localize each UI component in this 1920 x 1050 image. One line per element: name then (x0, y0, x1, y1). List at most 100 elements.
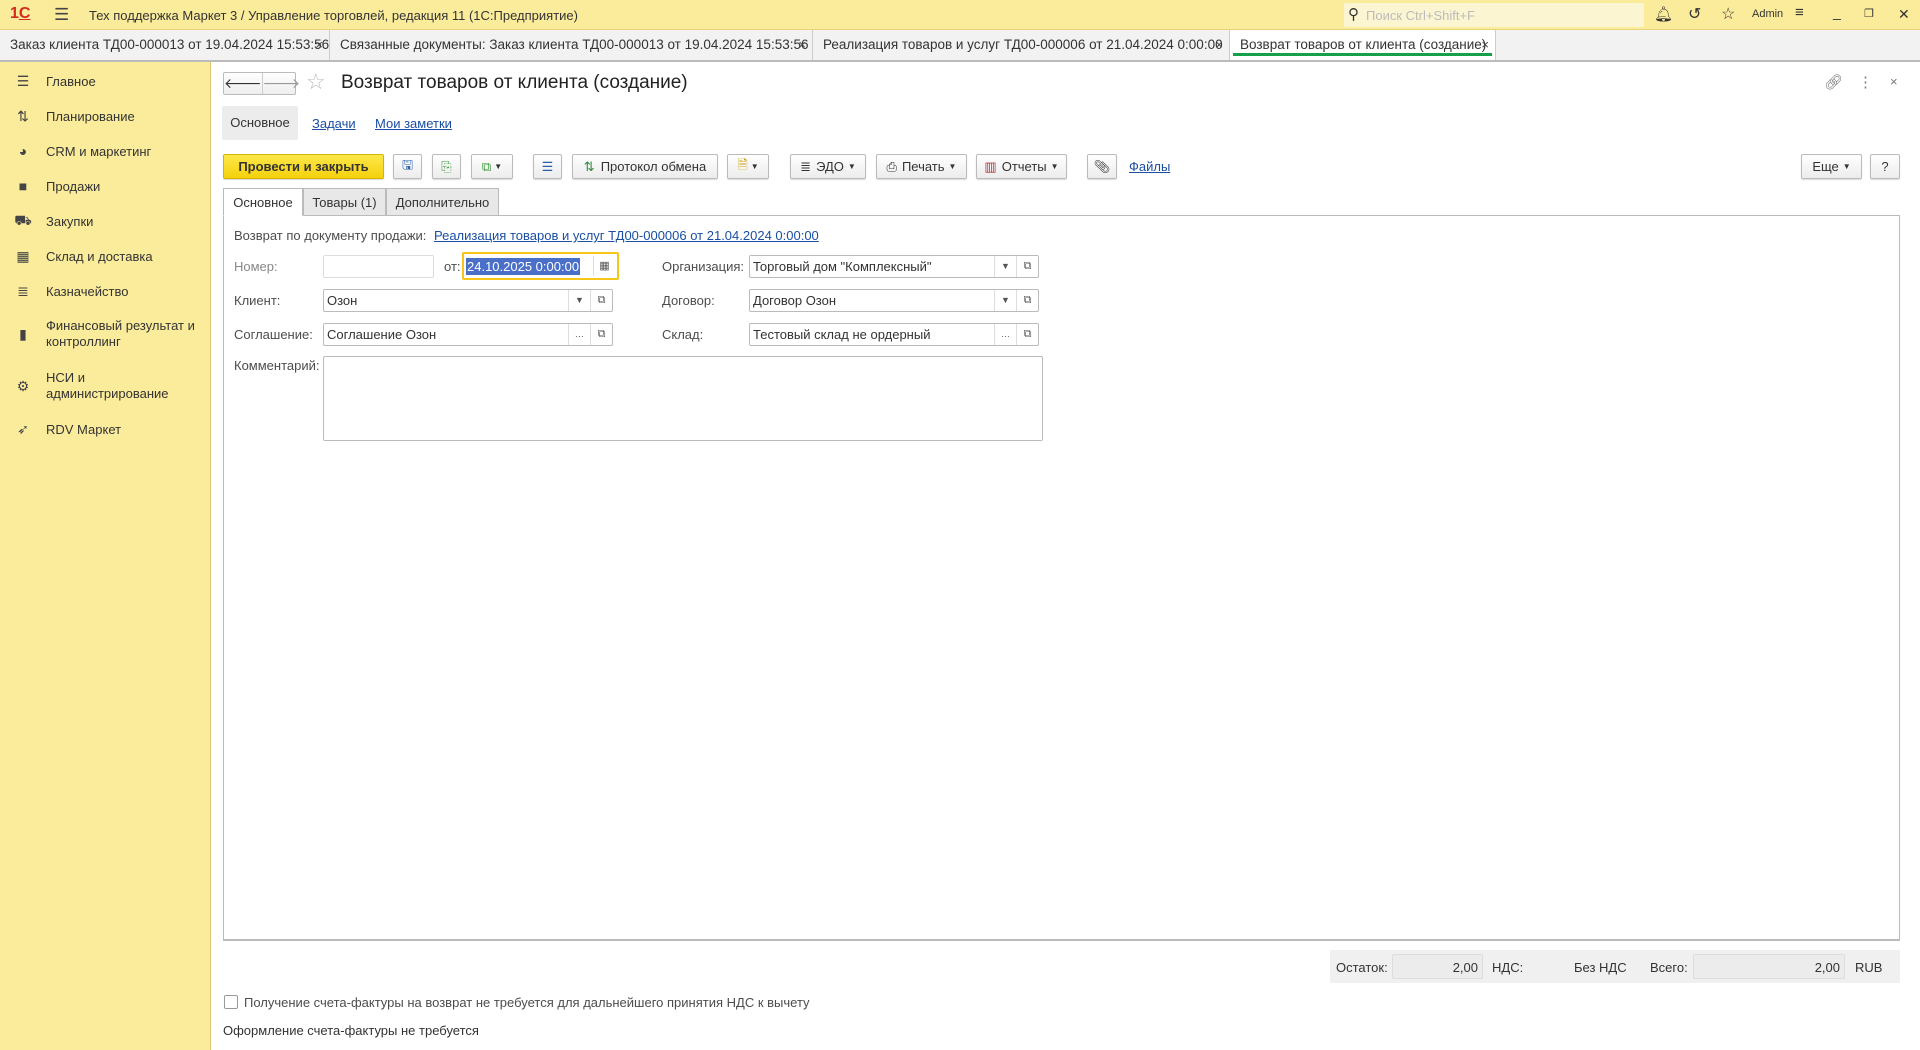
org-input[interactable]: Торговый дом "Комплексный" ▼ ⧉ (749, 255, 1039, 278)
sidebar-item-label: CRM и маркетинг (46, 143, 152, 159)
search-input[interactable]: ⚲ Поиск Ctrl+Shift+F (1344, 3, 1644, 27)
printer-icon: ⎙ (886, 158, 897, 174)
page-title: Возврат товаров от клиента (создание) (341, 72, 688, 93)
sidebar-item-label: Закупки (46, 213, 94, 229)
user-name[interactable]: Admin (1752, 8, 1783, 20)
window-tabs: Заказ клиента ТД00-000013 от 19.04.2024 … (0, 30, 1920, 62)
sidebar-item-label: Планирование (46, 108, 135, 124)
sidebar-item-rdv-market[interactable]: ➶ RDV Маркет (0, 418, 210, 440)
sidebar-item-warehouse[interactable]: ▦ Склад и доставка (0, 245, 210, 267)
minimize-icon[interactable]: _ (1833, 4, 1841, 20)
client-input[interactable]: Озон ▼ ⧉ (323, 289, 613, 312)
tab-goods[interactable]: Товары (1) (303, 188, 386, 216)
settings-menu-icon[interactable]: ≡ (1795, 4, 1804, 21)
favorites-star-icon[interactable]: ☆ (1721, 4, 1735, 24)
dropdown-arrow-icon[interactable]: ▼ (994, 290, 1016, 311)
close-tab-icon[interactable]: × (315, 30, 323, 60)
subtab-tasks[interactable]: Задачи (312, 116, 356, 131)
sidebar: ☰ Главное ⇅ Планирование ◕ CRM и маркетинг … (0, 62, 211, 1050)
restore-icon[interactable]: ❐ (1864, 7, 1874, 20)
date-input[interactable]: 24.10.2025 0:00:00 ▦ (462, 252, 619, 280)
main-menu-icon[interactable]: ☰ (54, 5, 69, 25)
create-based-on-button[interactable]: ⧉ ▼ (471, 154, 513, 179)
exchange-arrows-icon: ⇅ (583, 158, 595, 174)
agreement-input[interactable]: Соглашение Озон … ⧉ (323, 323, 613, 346)
sidebar-item-admin[interactable]: ⚙ НСИ и администрирование (0, 368, 210, 404)
sidebar-item-crm[interactable]: ◕ CRM и маркетинг (0, 140, 210, 162)
calendar-icon[interactable]: ▦ (593, 256, 615, 276)
subtab-main[interactable]: Основное (222, 106, 298, 140)
shopping-bag-icon: ■ (18, 178, 28, 194)
more-vertical-icon[interactable]: ⋮ (1858, 73, 1873, 91)
select-ellipsis-icon[interactable]: … (568, 324, 590, 345)
open-icon[interactable]: ⧉ (1016, 256, 1038, 277)
sidebar-item-label: Главное (46, 73, 96, 89)
invoice-not-required-checkbox[interactable] (224, 995, 238, 1009)
tab-additional[interactable]: Дополнительно (386, 188, 499, 216)
base-doc-link[interactable]: Реализация товаров и услуг ТД00-000006 о… (434, 228, 819, 243)
open-icon[interactable]: ⧉ (590, 290, 612, 311)
open-icon[interactable]: ⧉ (1016, 324, 1038, 345)
history-icon[interactable]: ↺ (1688, 4, 1701, 24)
close-tab-icon[interactable]: × (1481, 30, 1489, 60)
open-icon[interactable]: ⧉ (1016, 290, 1038, 311)
files-link[interactable]: Файлы (1129, 159, 1170, 174)
post-button[interactable]: ⎘ (432, 154, 461, 179)
base-doc-label: Возврат по документу продажи: (234, 228, 427, 243)
print-button[interactable]: ⎙ Печать ▼ (876, 154, 967, 179)
cart-icon: ⛟ (14, 211, 32, 228)
close-form-icon[interactable]: × (1890, 74, 1898, 89)
sidebar-item-sales[interactable]: ■ Продажи (0, 175, 210, 197)
help-button[interactable]: ? (1870, 154, 1900, 179)
back-arrow-icon[interactable]: 🡐 (224, 73, 263, 94)
link-icon[interactable]: 🔗︎ (1824, 73, 1843, 91)
number-value (327, 256, 433, 277)
warehouse-input[interactable]: Тестовый склад не ордерный … ⧉ (749, 323, 1039, 346)
create-based-icon: ⧉ (481, 158, 492, 174)
edo-button[interactable]: ≣ ЭДО ▼ (790, 154, 866, 179)
comment-textarea[interactable] (323, 356, 1043, 441)
select-ellipsis-icon[interactable]: … (994, 324, 1016, 345)
bell-icon[interactable]: 🔔︎ (1654, 5, 1673, 23)
post-and-close-button[interactable]: Провести и закрыть (223, 154, 384, 179)
dropdown-arrow-icon[interactable]: ▼ (568, 290, 590, 311)
menu-icon: ☰ (16, 72, 30, 89)
tab-main[interactable]: Основное (223, 188, 303, 216)
post-document-icon: ⎘ (441, 158, 452, 174)
sidebar-item-main[interactable]: ☰ Главное (0, 70, 210, 92)
totals-panel: Остаток: 2,00 НДС: Без НДС Всего: 2,00 R… (1330, 950, 1900, 983)
exchange-log-button[interactable]: ⇅ Протокол обмена (572, 154, 718, 179)
sidebar-item-treasury[interactable]: ≣ Казначейство (0, 280, 210, 302)
reports-button[interactable]: ▥ Отчеты ▼ (976, 154, 1067, 179)
dropdown-arrow-icon[interactable]: ▼ (994, 256, 1016, 277)
agreement-value: Соглашение Озон (327, 327, 437, 342)
1c-logo-icon: 1С (10, 5, 31, 22)
window-tab[interactable]: Реализация товаров и услуг ТД00-000006 о… (813, 30, 1230, 60)
contract-input[interactable]: Договор Озон ▼ ⧉ (749, 289, 1039, 312)
sidebar-item-label: Финансовый результат и контроллинг (46, 318, 195, 349)
sidebar-item-finance[interactable]: ▮ Финансовый результат и контроллинг (0, 316, 210, 352)
window-tab[interactable]: Заказ клиента ТД00-000013 от 19.04.2024 … (0, 30, 330, 60)
close-tab-icon[interactable]: × (798, 30, 806, 60)
forward-arrow-icon[interactable]: 🡒 (263, 73, 301, 94)
sidebar-item-purchases[interactable]: ⛟ Закупки (0, 210, 210, 232)
close-window-icon[interactable]: ✕ (1898, 6, 1910, 23)
tab-label: Связанные документы: Заказ клиента ТД00-… (340, 37, 809, 52)
sidebar-item-planning[interactable]: ⇅ Планирование (0, 105, 210, 127)
subtab-notes[interactable]: Мои заметки (375, 116, 452, 131)
window-tab[interactable]: Связанные документы: Заказ клиента ТД00-… (330, 30, 813, 60)
attach-button[interactable]: 📎︎ (1087, 154, 1117, 179)
save-icon: 🖫 (401, 156, 414, 172)
invoice-checkbox-label[interactable]: Получение счета-фактуры на возврат не тр… (244, 995, 810, 1010)
number-input[interactable] (323, 255, 434, 278)
button-label: Печать (901, 159, 945, 174)
window-tab-active[interactable]: Возврат товаров от клиента (создание) × (1230, 30, 1496, 60)
button-label: Еще (1812, 159, 1839, 174)
favorite-star-icon[interactable]: ☆ (306, 69, 326, 95)
attachment-settings-button[interactable]: 🗎 ▼ (727, 154, 769, 179)
close-tab-icon[interactable]: × (1215, 30, 1223, 60)
structure-button[interactable]: ☰ (533, 154, 562, 179)
save-button[interactable]: 🖫 (393, 154, 422, 179)
more-button[interactable]: Еще ▼ (1801, 154, 1862, 179)
open-icon[interactable]: ⧉ (590, 324, 612, 345)
